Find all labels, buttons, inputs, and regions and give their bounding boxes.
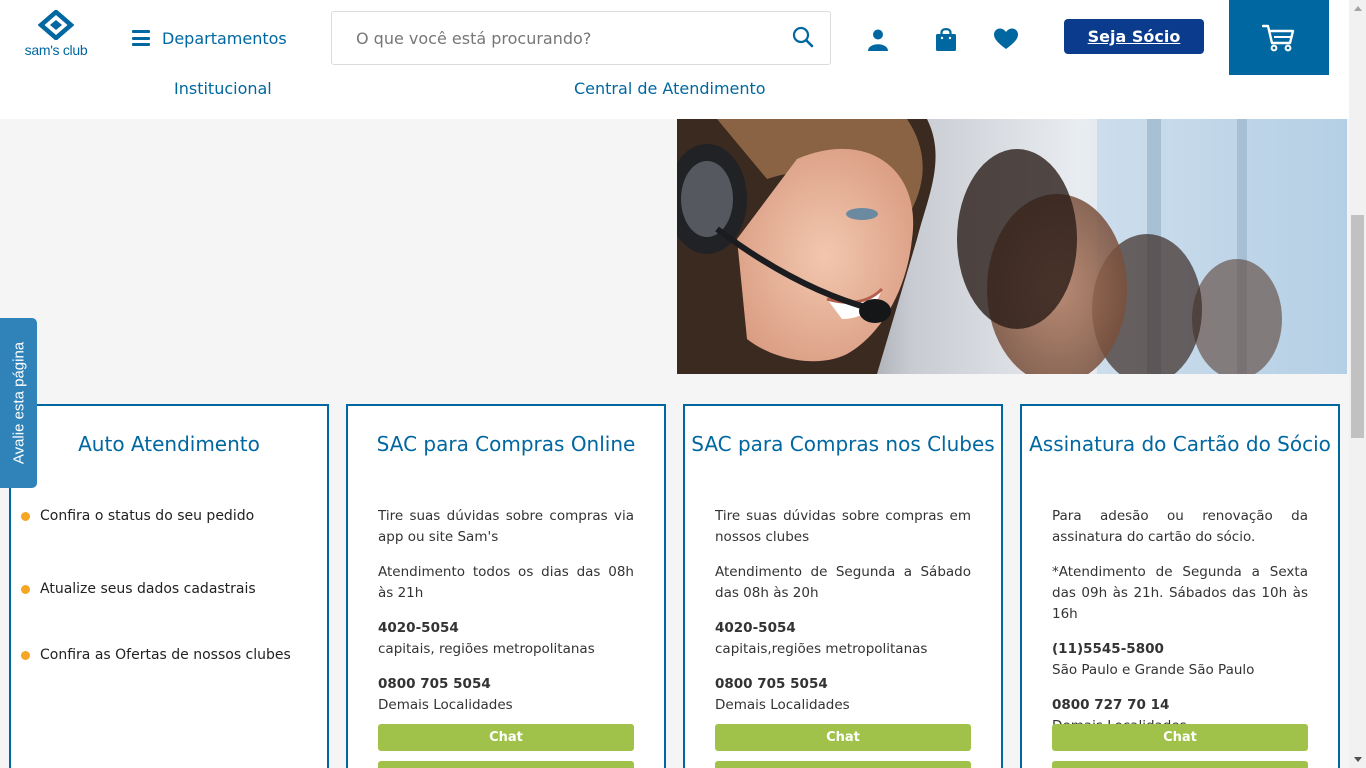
- feedback-tab[interactable]: Avalie esta página: [0, 318, 37, 488]
- phone-number[interactable]: 4020-5054: [378, 618, 634, 639]
- card-desc: Para adesão ou renovação da assinatura d…: [1052, 508, 1308, 545]
- list-item-update-data[interactable]: Atualize seus dados cadastrais: [21, 581, 256, 597]
- card-auto-atendimento: Auto Atendimento Confira o status do seu…: [9, 404, 329, 768]
- card-desc: Tire suas dúvidas sobre compras via app …: [378, 508, 634, 545]
- chat-button[interactable]: Chat: [715, 724, 971, 751]
- phone-block: 4020-5054 capitais,regiões metropolitana…: [715, 618, 971, 660]
- user-icon: [868, 29, 888, 51]
- phone-number[interactable]: (11)5545-5800: [1052, 639, 1308, 660]
- departments-button[interactable]: Departamentos: [132, 24, 287, 52]
- feedback-label: Avalie esta página: [10, 341, 27, 465]
- page: sam's club Departamentos O que você está…: [0, 0, 1366, 768]
- card-title: SAC para Compras nos Clubes: [691, 432, 995, 456]
- card-sac-online: SAC para Compras Online Tire suas dúvida…: [346, 404, 666, 768]
- bullet-icon: [21, 584, 30, 594]
- scrollbar-thumb[interactable]: [1351, 215, 1364, 438]
- cart-button[interactable]: [1229, 0, 1329, 75]
- phone-number[interactable]: 0800 705 5054: [378, 674, 634, 695]
- list-item-offers[interactable]: Confira as Ofertas de nossos clubes: [21, 647, 291, 663]
- phone-block: 4020-5054 capitais, regiões metropolitan…: [378, 618, 634, 660]
- scroll-down-arrow-icon[interactable]: [1349, 751, 1366, 768]
- heart-icon: [994, 28, 1018, 49]
- phone-block: 0800 705 5054 Demais Localidades: [378, 674, 634, 716]
- phone-desc: capitais,regiões metropolitanas: [715, 641, 928, 657]
- card-sac-clubes: SAC para Compras nos Clubes Tire suas dú…: [683, 404, 1003, 768]
- card-assinatura-socio: Assinatura do Cartão do Sócio Para adesã…: [1020, 404, 1340, 768]
- hero-left-panel: [0, 119, 677, 374]
- card-body: Para adesão ou renovação da assinatura d…: [1052, 506, 1308, 751]
- card-title: Assinatura do Cartão do Sócio: [1029, 432, 1331, 456]
- favorites-button[interactable]: [993, 26, 1019, 52]
- card-body: Tire suas dúvidas sobre compras em nosso…: [715, 506, 971, 730]
- phone-desc: Demais Localidades: [715, 697, 850, 713]
- departments-label: Departamentos: [162, 28, 287, 48]
- chat-button[interactable]: Chat: [378, 724, 634, 751]
- hero-image-call-center: [677, 119, 1347, 374]
- scroll-up-arrow-icon[interactable]: [1349, 0, 1366, 17]
- search-input[interactable]: [332, 12, 772, 64]
- become-member-button[interactable]: Seja Sócio: [1064, 19, 1204, 54]
- subnav-item-institucional[interactable]: Institucional: [174, 79, 272, 98]
- bag-icon: [936, 28, 956, 51]
- list-item-order-status[interactable]: Confira o status do seu pedido: [21, 508, 254, 524]
- search-icon[interactable]: [792, 26, 814, 48]
- phone-desc: Demais Localidades: [378, 697, 513, 713]
- menu-icon: [132, 30, 150, 46]
- card-hours: *Atendimento de Segunda a Sexta das 09h …: [1052, 564, 1308, 622]
- logo-diamond-icon: [38, 10, 74, 40]
- logo[interactable]: sam's club: [20, 10, 92, 62]
- account-button[interactable]: [865, 26, 891, 52]
- orders-button[interactable]: [933, 26, 959, 52]
- card-title: Auto Atendimento: [78, 432, 260, 456]
- chat-button[interactable]: Chat: [1052, 724, 1308, 751]
- cart-icon: [1262, 24, 1295, 51]
- card-desc: Tire suas dúvidas sobre compras em nosso…: [715, 508, 971, 545]
- secondary-button[interactable]: [715, 761, 971, 768]
- bullet-icon: [21, 650, 30, 660]
- phone-block: 0800 705 5054 Demais Localidades: [715, 674, 971, 716]
- card-title: SAC para Compras Online: [376, 432, 636, 456]
- card-hours: Atendimento todos os dias das 08h às 21h: [378, 564, 634, 601]
- subnav-item-central-atendimento[interactable]: Central de Atendimento: [574, 79, 766, 98]
- card-body: Tire suas dúvidas sobre compras via app …: [378, 506, 634, 730]
- phone-number[interactable]: 0800 727 70 14: [1052, 695, 1308, 716]
- subnav: Institucional Central de Atendimento: [0, 75, 1349, 119]
- phone-number[interactable]: 4020-5054: [715, 618, 971, 639]
- card-hours: Atendimento de Segunda a Sábado das 08h …: [715, 564, 971, 601]
- phone-number[interactable]: 0800 705 5054: [715, 674, 971, 695]
- bullet-icon: [21, 511, 30, 521]
- phone-desc: capitais, regiões metropolitanas: [378, 641, 595, 657]
- search-box: [331, 11, 831, 65]
- phone-block: (11)5545-5800 São Paulo e Grande São Pau…: [1052, 639, 1308, 681]
- phone-desc: São Paulo e Grande São Paulo: [1052, 662, 1255, 678]
- scrollbar[interactable]: [1349, 0, 1366, 768]
- logo-text: sam's club: [24, 42, 88, 58]
- header: sam's club Departamentos O que você está…: [0, 0, 1349, 75]
- secondary-button[interactable]: [1052, 761, 1308, 768]
- secondary-button[interactable]: [378, 761, 634, 768]
